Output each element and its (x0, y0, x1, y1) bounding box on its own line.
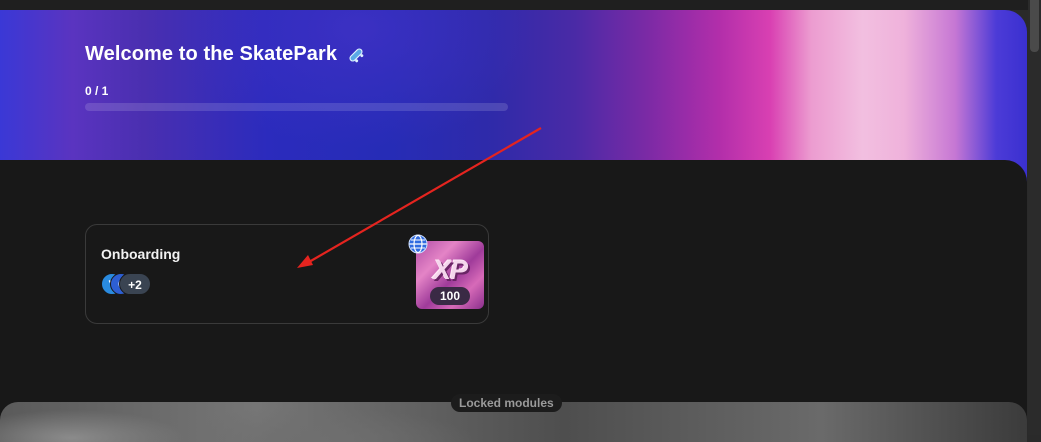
module-title: Onboarding (101, 246, 181, 262)
xp-value-badge: 100 (430, 287, 470, 305)
scrollbar-thumb[interactable] (1030, 0, 1039, 52)
skateboard-icon (349, 47, 364, 62)
more-avatars-count: +2 (119, 273, 151, 295)
xp-thumbnail-text: XP (432, 255, 468, 285)
module-card-onboarding[interactable]: Onboarding +2 XP 100 (85, 224, 489, 324)
progress-count: 0 / 1 (85, 84, 109, 98)
progress-bar (85, 103, 508, 111)
globe-icon (408, 234, 428, 254)
hero-title-text: Welcome to the SkatePark (85, 43, 338, 65)
locked-modules-label: Locked modules (451, 394, 562, 412)
page-title: Welcome to the SkatePark (85, 43, 367, 66)
scrollbar[interactable] (1028, 0, 1041, 435)
top-strip (0, 0, 1041, 10)
